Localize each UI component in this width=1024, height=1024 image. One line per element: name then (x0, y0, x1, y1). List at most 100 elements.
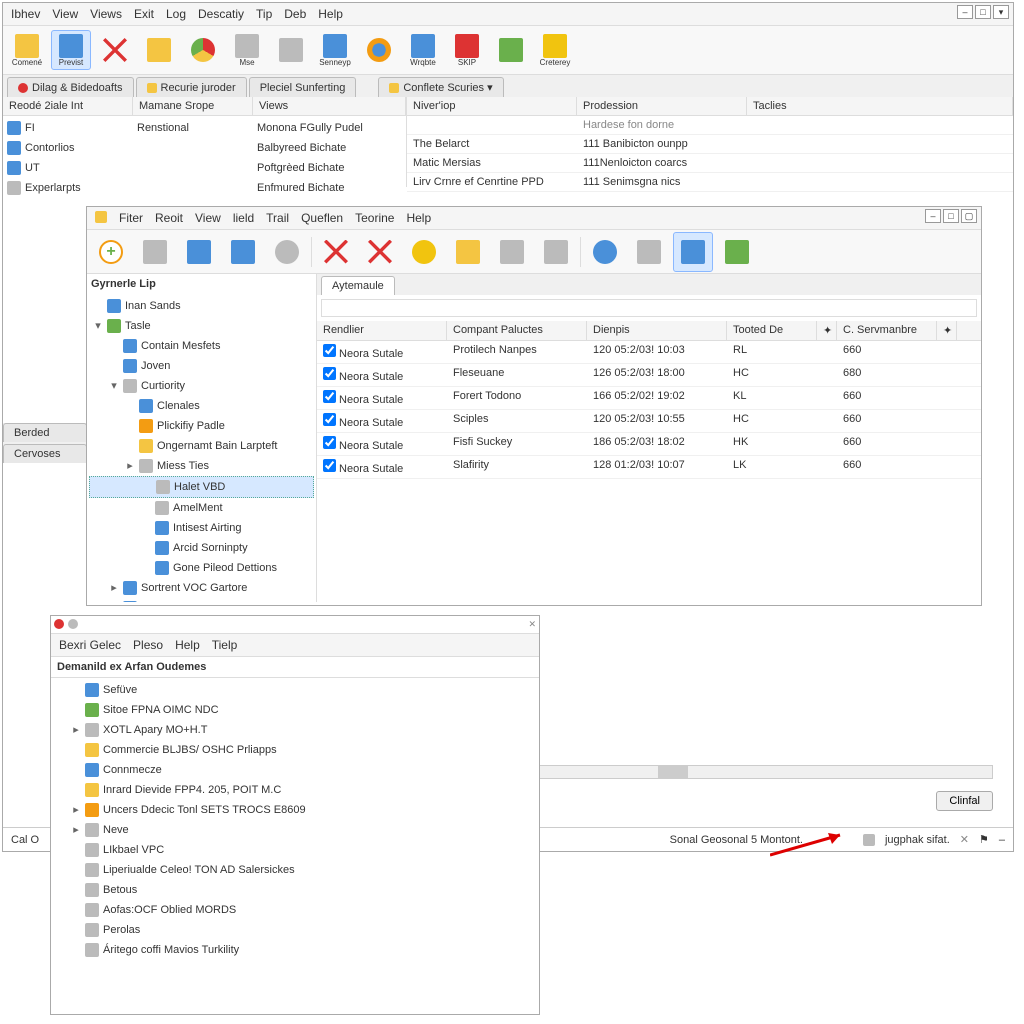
tb-mse[interactable]: Mse (227, 30, 267, 70)
list-item[interactable]: Betous (53, 880, 537, 900)
list-item[interactable]: Aofas:OCF Oblied MORDS (53, 900, 537, 920)
tree-item[interactable]: Contain Mesfets (89, 336, 314, 356)
tb-img[interactable] (536, 232, 576, 272)
table-row[interactable]: Neora SutaleFisfi Suckey186 05:2/03! 18:… (317, 433, 981, 456)
tb-save[interactable] (223, 232, 263, 272)
tb-copy[interactable] (629, 232, 669, 272)
clinfal-button[interactable]: Clinfal (936, 791, 993, 811)
tab-conflete[interactable]: Conflete Scuries ▾ (378, 77, 503, 97)
tree-item[interactable]: Halet VBD (89, 476, 314, 498)
maximize-icon[interactable]: □ (943, 209, 959, 223)
tb-globe[interactable] (585, 232, 625, 272)
tb-doc2[interactable] (491, 30, 531, 70)
close-icon[interactable]: ▢ (961, 209, 977, 223)
tree-item[interactable]: UT (5, 158, 131, 178)
list-item[interactable]: Connmecze (53, 760, 537, 780)
tb-comene[interactable]: Comené (7, 30, 47, 70)
row-checkbox[interactable] (323, 344, 336, 357)
list-item[interactable]: ▸XOTL Apary MO+H.T (53, 720, 537, 740)
side-tab-berded[interactable]: Berded (3, 423, 87, 442)
col-tooted[interactable]: Tooted De (727, 321, 817, 340)
row-checkbox[interactable] (323, 367, 336, 380)
tb-x-blue[interactable] (673, 232, 713, 272)
tree-item[interactable]: Intisest Airting (89, 518, 314, 538)
col-compant[interactable]: Compant Paluctes (447, 321, 587, 340)
tree-item[interactable]: Ongernamt Bain Larpteft (89, 436, 314, 456)
col-rendlier[interactable]: Rendlier (317, 321, 447, 340)
tree-item[interactable]: Biclkeut Lingiontnig (89, 598, 314, 602)
row-checkbox[interactable] (323, 390, 336, 403)
tree-item[interactable]: Joven (89, 356, 314, 376)
menu-item[interactable]: Reoit (155, 211, 183, 225)
tree-item[interactable]: Inan Sands (89, 296, 314, 316)
table-row[interactable]: Neora SutaleSciples120 05:2/03! 10:55HC6… (317, 410, 981, 433)
tb-doc[interactable] (135, 232, 175, 272)
menu-item[interactable]: Tielp (212, 638, 238, 652)
tb-print[interactable] (492, 232, 532, 272)
tb-del2[interactable] (360, 232, 400, 272)
side-tab-cervoses[interactable]: Cervoses (3, 444, 87, 463)
list-item[interactable]: Sitoe FPNA OIMC NDC (53, 700, 537, 720)
close-icon[interactable]: ✕ (528, 619, 536, 630)
menu-item[interactable]: Teorine (355, 211, 394, 225)
tree-item[interactable]: Experlarpts (5, 178, 131, 198)
menu-item[interactable]: Queflen (301, 211, 343, 225)
menu-item[interactable]: Exit (134, 7, 154, 21)
menu-item[interactable]: Deb (284, 7, 306, 21)
tb-moon[interactable] (404, 232, 444, 272)
tree-item[interactable]: Contorlios (5, 138, 131, 158)
col-reode[interactable]: Reodé 2iale Int (3, 97, 133, 115)
menu-item[interactable]: lield (233, 211, 254, 225)
menu-item[interactable]: Ibhev (11, 7, 40, 21)
flag-icon[interactable]: ⚑ (979, 833, 989, 846)
table-row[interactable]: Neora SutaleFleseuane126 05:2/03! 18:00H… (317, 364, 981, 387)
tree-item[interactable]: Arcid Sorninpty (89, 538, 314, 558)
tree-item[interactable]: Plickifiy Padle (89, 416, 314, 436)
tree-item[interactable]: AmelMent (89, 498, 314, 518)
menu-item[interactable]: Help (406, 211, 431, 225)
menu-item[interactable]: Tip (256, 7, 272, 21)
list-item[interactable]: Commercie BLJBS/ OSHC Prliapps (53, 740, 537, 760)
tree-item[interactable]: ▸Sortrent VOC Gartore (89, 578, 314, 598)
filter-input[interactable] (321, 299, 977, 317)
col-add2[interactable]: ✦ (937, 321, 957, 340)
menu-item[interactable]: Bexri Gelec (59, 638, 121, 652)
col-taclies[interactable]: Taclies (747, 97, 1013, 115)
col-serv[interactable]: C. Servmanbre (837, 321, 937, 340)
menu-item[interactable]: Pleso (133, 638, 163, 652)
col-prodession[interactable]: Prodession (577, 97, 747, 115)
tb-creterey[interactable]: Creterey (535, 30, 575, 70)
menu-item[interactable]: Trail (266, 211, 289, 225)
col-mamane[interactable]: Mamane Srope (133, 97, 253, 115)
close-icon[interactable]: ✕ (960, 833, 969, 846)
list-item[interactable]: Perolas (53, 920, 537, 940)
tb-del1[interactable] (316, 232, 356, 272)
menu-item[interactable]: Help (175, 638, 200, 652)
tab-dilag[interactable]: Dilag & Bidedoafts (7, 77, 134, 97)
menu-item[interactable]: Views (90, 7, 122, 21)
menu-item[interactable]: Fiter (119, 211, 143, 225)
col-add1[interactable]: ✦ (817, 321, 837, 340)
menu-item[interactable]: View (52, 7, 78, 21)
tb-close[interactable] (95, 30, 135, 70)
row-checkbox[interactable] (323, 436, 336, 449)
tab-pleciel[interactable]: Pleciel Sunferting (249, 77, 357, 97)
status-right[interactable]: jugphak sifat. (885, 834, 950, 846)
tb-fld[interactable] (448, 232, 488, 272)
list-item[interactable]: Sefüve (53, 680, 537, 700)
tree-item[interactable]: FI (5, 118, 131, 138)
tree-item[interactable]: Gone Pileod Dettions (89, 558, 314, 578)
tree-item[interactable]: ▾Curtiority (89, 376, 314, 396)
tree-item[interactable]: Clenales (89, 396, 314, 416)
table-row[interactable]: Neora SutaleProtilech Nanpes120 05:2/03!… (317, 341, 981, 364)
tb-add[interactable]: + (91, 232, 131, 272)
list-item[interactable]: Inrard Dievide FPP4. 205, POIT M.C (53, 780, 537, 800)
tree-root[interactable]: Gyrnerle Lip (87, 274, 316, 294)
menu-item[interactable]: Help (318, 7, 343, 21)
tree-item[interactable]: ▾Tasle (89, 316, 314, 336)
menu-item[interactable]: View (195, 211, 221, 225)
tb-firefox[interactable] (359, 30, 399, 70)
tb-skip[interactable]: SKIP (447, 30, 487, 70)
table-row[interactable]: Neora SutaleSlafirity128 01:2/03! 10:07L… (317, 456, 981, 479)
row-checkbox[interactable] (323, 459, 336, 472)
